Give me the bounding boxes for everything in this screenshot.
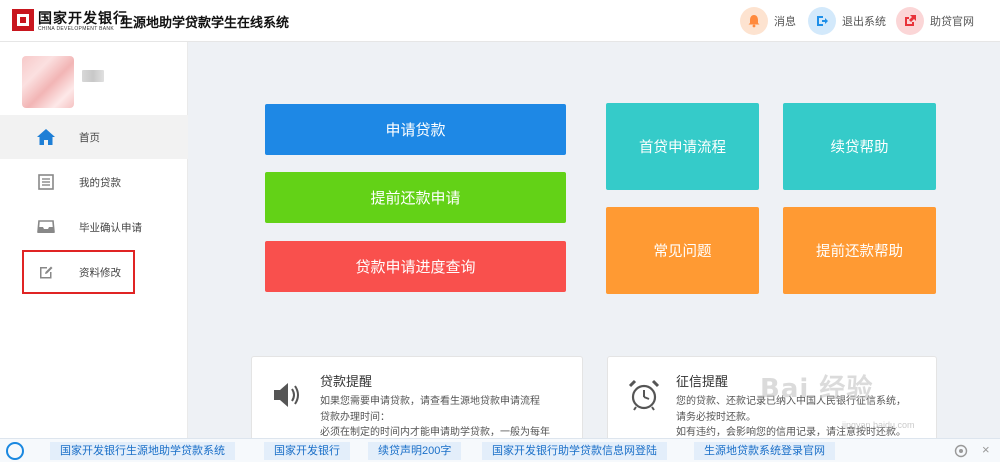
logout-label: 退出系统: [842, 16, 886, 28]
home-icon: [37, 128, 55, 146]
loan-progress-query-button[interactable]: 贷款申请进度查询: [265, 241, 566, 292]
messages-button[interactable]: 消息: [740, 6, 796, 36]
sidebar-item-label: 毕业确认申请: [79, 221, 142, 234]
card-text-line: 贷款办理时间：: [320, 412, 390, 423]
logout-icon: [808, 7, 836, 35]
alarm-clock-icon: [628, 379, 660, 411]
bottom-search-bar: 国家开发银行生源地助学贷款系统 国家开发银行 续贷声明200字 国家开发银行助学…: [0, 438, 1000, 462]
sidebar-item-label: 我的贷款: [79, 176, 121, 189]
search-icon[interactable]: [6, 442, 24, 460]
sidebar-item-label: 首页: [79, 131, 100, 144]
card-title: 征信提醒: [676, 374, 729, 389]
system-title: 生源地助学贷款学生在线系统: [120, 15, 290, 30]
search-suggestion-link[interactable]: 国家开发银行助学贷款信息网登陆: [482, 442, 667, 460]
top-header: 国家开发银行 CHINA DEVELOPMENT BANK 生源地助学贷款学生在…: [0, 0, 1000, 42]
card-text-line: 必须在制定的时间内才能申请助学贷款，一般为每年: [320, 427, 550, 438]
card-text-line: 请务必按时还款。: [676, 412, 756, 423]
early-repayment-apply-button[interactable]: 提前还款申请: [265, 172, 566, 223]
inbox-tray-icon: [37, 218, 55, 236]
bank-name: 国家开发银行: [38, 12, 128, 27]
apply-loan-button[interactable]: 申请贷款: [265, 104, 566, 155]
card-title: 贷款提醒: [320, 374, 373, 389]
user-name-blurred: [82, 70, 104, 82]
edit-icon: [37, 263, 55, 281]
early-repayment-help-button[interactable]: 提前还款帮助: [783, 207, 936, 294]
sidebar-item-edit-profile[interactable]: 资料修改: [0, 250, 188, 294]
card-text-line: 您的贷款、还款记录已纳入中国人民银行征信系统，: [676, 396, 906, 407]
loan-website-button[interactable]: 助贷官网: [896, 6, 974, 36]
renewal-help-button[interactable]: 续贷帮助: [783, 103, 936, 190]
search-suggestion-link[interactable]: 续贷声明200字: [368, 442, 462, 460]
bell-icon: [740, 7, 768, 35]
settings-icon[interactable]: [954, 444, 968, 458]
card-text-line: 如果您需要申请贷款，请查看生源地贷款申请流程: [320, 396, 540, 407]
card-text-line: 如有违约，会影响您的信用记录，请注意按时还款。: [676, 427, 906, 438]
search-suggestion-link[interactable]: 生源地贷款系统登录官网: [694, 442, 835, 460]
sidebar: 首页 我的贷款 毕业确认申请 资料修改: [0, 42, 188, 438]
messages-label: 消息: [774, 16, 796, 28]
bank-name-en: CHINA DEVELOPMENT BANK: [38, 26, 114, 32]
first-loan-process-button[interactable]: 首贷申请流程: [606, 103, 759, 190]
list-document-icon: [37, 173, 55, 191]
avatar: [22, 56, 74, 108]
logout-button[interactable]: 退出系统: [808, 6, 886, 36]
external-link-icon: [896, 7, 924, 35]
search-suggestion-link[interactable]: 国家开发银行生源地助学贷款系统: [50, 442, 235, 460]
sidebar-item-home[interactable]: 首页: [0, 115, 188, 159]
loan-reminder-card: 贷款提醒 如果您需要申请贷款，请查看生源地贷款申请流程 贷款办理时间： 必须在制…: [251, 356, 583, 446]
cdb-logo-icon: [12, 9, 34, 31]
sidebar-item-graduation-confirm[interactable]: 毕业确认申请: [0, 205, 188, 249]
faq-button[interactable]: 常见问题: [606, 207, 759, 294]
sidebar-item-my-loans[interactable]: 我的贷款: [0, 160, 188, 204]
loan-website-label: 助贷官网: [930, 16, 974, 28]
sidebar-item-label: 资料修改: [79, 266, 121, 279]
speaker-icon: [274, 383, 299, 407]
close-icon[interactable]: ×: [982, 442, 990, 457]
search-suggestion-link[interactable]: 国家开发银行: [264, 442, 350, 460]
credit-reminder-card: 征信提醒 您的贷款、还款记录已纳入中国人民银行征信系统， 请务必按时还款。 如有…: [607, 356, 937, 446]
